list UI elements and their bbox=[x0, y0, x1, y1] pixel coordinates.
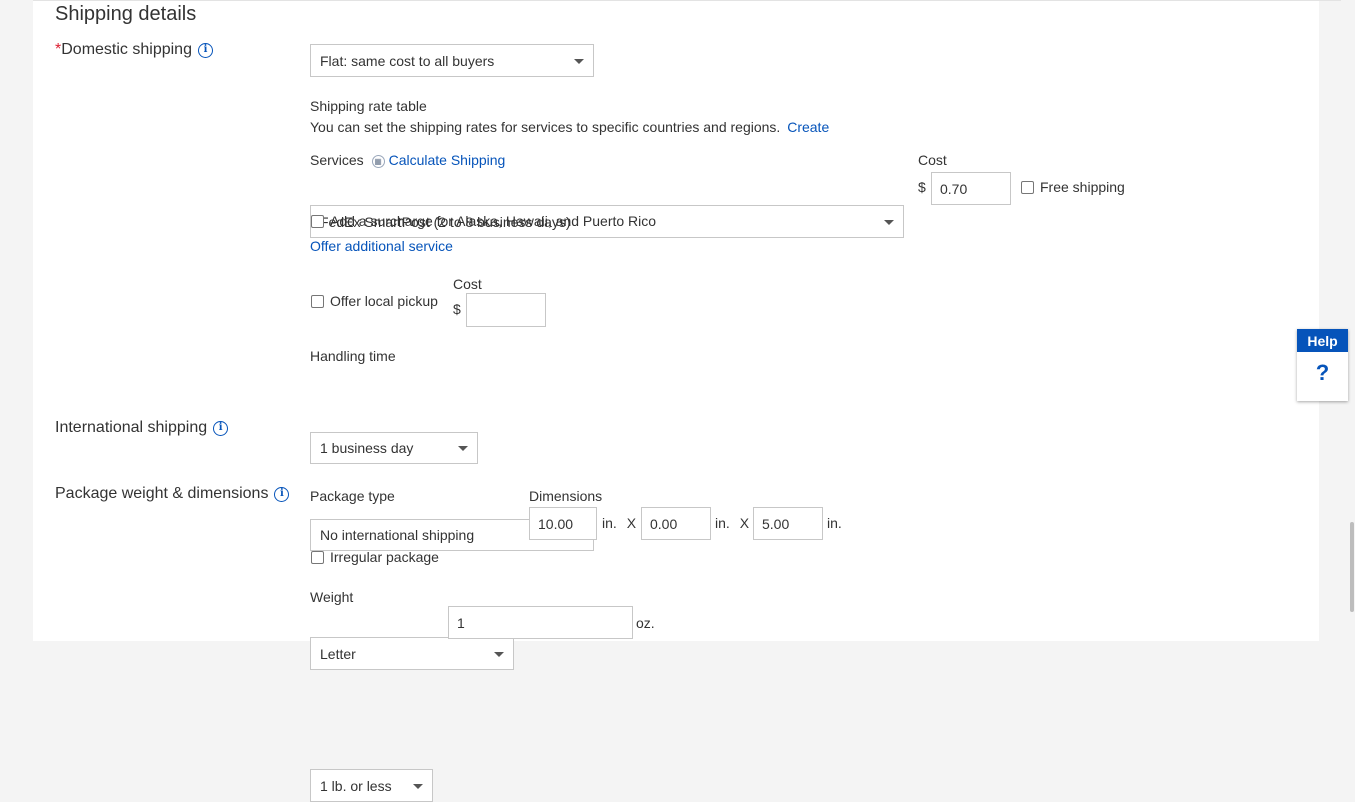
domestic-shipping-select[interactable]: Flat: same cost to all buyers bbox=[310, 44, 594, 77]
local-pickup-checkbox[interactable] bbox=[311, 294, 324, 308]
chevron-down-icon bbox=[458, 446, 468, 451]
cost-label: Cost bbox=[918, 152, 947, 168]
handling-time-select[interactable]: 1 business day bbox=[310, 432, 478, 464]
domestic-shipping-select-value: Flat: same cost to all buyers bbox=[320, 52, 495, 69]
unit-in-text: in. bbox=[827, 515, 842, 531]
rate-table-desc: You can set the shipping rates for servi… bbox=[310, 119, 781, 135]
pickup-currency: $ bbox=[453, 301, 461, 317]
cost-input[interactable]: 0.70 bbox=[931, 172, 1011, 205]
free-shipping-row: Free shipping bbox=[1021, 179, 1125, 195]
help-widget[interactable]: Help ? bbox=[1297, 329, 1348, 401]
package-type-select[interactable]: Letter bbox=[310, 637, 514, 670]
international-shipping-label: International shipping i bbox=[55, 419, 229, 437]
top-divider bbox=[33, 0, 1355, 5]
chevron-down-icon bbox=[884, 219, 894, 225]
dimension-height-value: 5.00 bbox=[762, 515, 790, 532]
weight-input[interactable]: 1 bbox=[448, 606, 633, 639]
services-row: Services ▦ Calculate Shipping bbox=[310, 152, 505, 168]
rate-table-title: Shipping rate table bbox=[310, 98, 427, 114]
dimension-length-value: 10.00 bbox=[538, 515, 574, 532]
local-pickup-label: Offer local pickup bbox=[330, 293, 438, 309]
create-rate-table-link[interactable]: Create bbox=[787, 119, 829, 135]
dimension-width-value: 0.00 bbox=[650, 515, 678, 532]
package-type-value: Letter bbox=[320, 645, 356, 662]
package-label: Package weight & dimensions i bbox=[55, 485, 290, 503]
dimension-width-input[interactable]: 0.00 bbox=[641, 507, 711, 540]
chevron-down-icon bbox=[574, 58, 584, 64]
package-type-label: Package type bbox=[310, 488, 395, 504]
handling-time-label: Handling time bbox=[310, 348, 396, 364]
rate-table-desc-row: You can set the shipping rates for servi… bbox=[310, 119, 829, 135]
offer-additional-service-link[interactable]: Offer additional service bbox=[310, 238, 453, 254]
times-text: X bbox=[739, 515, 750, 531]
question-icon[interactable]: ? bbox=[1297, 360, 1348, 386]
calculator-icon: ▦ bbox=[371, 154, 385, 168]
unit-in-text: in. bbox=[602, 515, 617, 531]
times-text: X bbox=[626, 515, 637, 531]
chevron-down-icon bbox=[413, 783, 423, 789]
scrollbar-thumb[interactable] bbox=[1350, 522, 1354, 612]
dimensions-label: Dimensions bbox=[529, 488, 603, 504]
services-label: Services bbox=[310, 152, 364, 168]
domestic-shipping-label: *Domestic shipping i bbox=[55, 41, 213, 59]
local-pickup-row: Offer local pickup bbox=[311, 293, 438, 309]
weight-unit: oz. bbox=[636, 615, 655, 631]
dimension-length-input[interactable]: 10.00 bbox=[529, 507, 597, 540]
surcharge-label: Add a surcharge for Alaska, Hawaii, and … bbox=[330, 213, 657, 229]
info-icon[interactable]: i bbox=[197, 42, 213, 58]
dimension-unit: in. X bbox=[602, 515, 636, 531]
irregular-package-row: Irregular package bbox=[311, 549, 439, 565]
surcharge-checkbox[interactable] bbox=[311, 214, 324, 228]
irregular-package-label: Irregular package bbox=[330, 549, 439, 565]
pickup-cost-input[interactable] bbox=[466, 293, 546, 327]
weight-input-value: 1 bbox=[457, 614, 465, 631]
section-title: Shipping details bbox=[55, 3, 197, 25]
dimension-unit: in. X bbox=[715, 515, 749, 531]
domestic-shipping-text: Domestic shipping bbox=[61, 41, 192, 58]
unit-in-text: in. bbox=[715, 515, 730, 531]
cost-input-value: 0.70 bbox=[940, 180, 968, 197]
chevron-down-icon bbox=[494, 651, 504, 657]
international-shipping-value: No international shipping bbox=[320, 527, 475, 543]
info-icon[interactable]: i bbox=[213, 420, 229, 436]
international-shipping-text: International shipping bbox=[55, 419, 208, 436]
main-panel bbox=[33, 0, 1319, 641]
dimension-height-input[interactable]: 5.00 bbox=[753, 507, 823, 540]
weight-label: Weight bbox=[310, 589, 354, 605]
free-shipping-checkbox[interactable] bbox=[1021, 180, 1034, 194]
irregular-package-checkbox[interactable] bbox=[311, 550, 324, 564]
calculate-shipping-link[interactable]: Calculate Shipping bbox=[389, 152, 506, 168]
weight-select-value: 1 lb. or less bbox=[320, 777, 392, 794]
pickup-cost-label: Cost bbox=[453, 276, 482, 292]
cost-currency: $ bbox=[918, 179, 926, 195]
package-label-text: Package weight & dimensions bbox=[55, 485, 269, 502]
surcharge-row: Add a surcharge for Alaska, Hawaii, and … bbox=[311, 213, 656, 229]
info-icon[interactable]: i bbox=[274, 486, 290, 502]
help-title[interactable]: Help bbox=[1297, 329, 1348, 352]
free-shipping-label: Free shipping bbox=[1040, 179, 1125, 195]
weight-select[interactable]: 1 lb. or less bbox=[310, 769, 433, 802]
handling-time-value: 1 business day bbox=[320, 440, 414, 456]
